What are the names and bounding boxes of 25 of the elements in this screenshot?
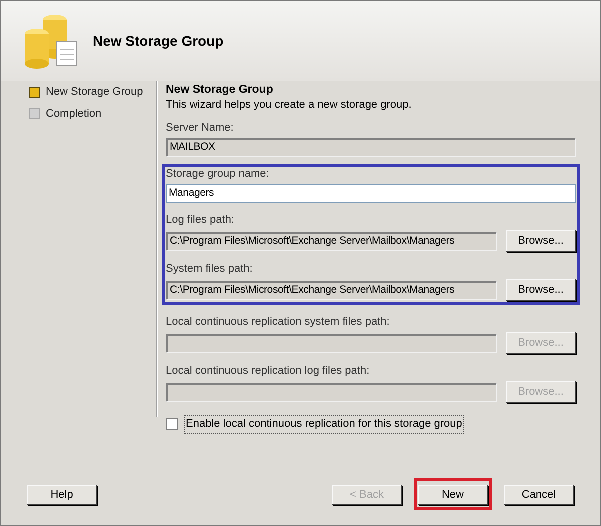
field-label: Log files path: xyxy=(166,213,236,227)
wizard-step: Completion xyxy=(46,106,102,122)
checkbox[interactable] xyxy=(166,418,178,430)
input-field[interactable]: C:\Program Files\Microsoft\Exchange Server\Mailbox\Managers xyxy=(166,280,497,300)
input-field[interactable]: C:\Program Files\Microsoft\Exchange Server\Mailbox\Managers xyxy=(166,232,497,250)
page-title: New Storage Group xyxy=(166,83,274,98)
dialog-button[interactable]: Help xyxy=(27,485,97,506)
input-field[interactable]: Managers xyxy=(166,184,576,203)
dialog-button[interactable]: Cancel xyxy=(504,485,574,506)
page-description: This wizard helps you create a new storage group. xyxy=(166,98,413,113)
wizard-step: New Storage Group xyxy=(46,84,144,100)
field-label: Storage group name: xyxy=(166,167,270,181)
field-label: Server Name: xyxy=(166,121,235,135)
input-field[interactable] xyxy=(166,382,497,402)
field-label: System files path: xyxy=(166,262,254,276)
input-field[interactable]: MAILBOX xyxy=(166,138,576,157)
field-label: Local continuous replication system files path: xyxy=(166,315,391,329)
input-field[interactable] xyxy=(166,334,497,352)
wizard-title: New Storage Group xyxy=(93,32,224,51)
browse-button[interactable]: Browse... xyxy=(506,279,576,301)
checkbox-label: Enable local continuous replication for this storage group xyxy=(184,415,464,434)
dialog-button[interactable]: New xyxy=(418,485,488,506)
field-label: Local continuous replication log files path: xyxy=(166,364,371,378)
browse-button[interactable]: Browse... xyxy=(506,230,576,252)
database-icon xyxy=(23,12,79,70)
